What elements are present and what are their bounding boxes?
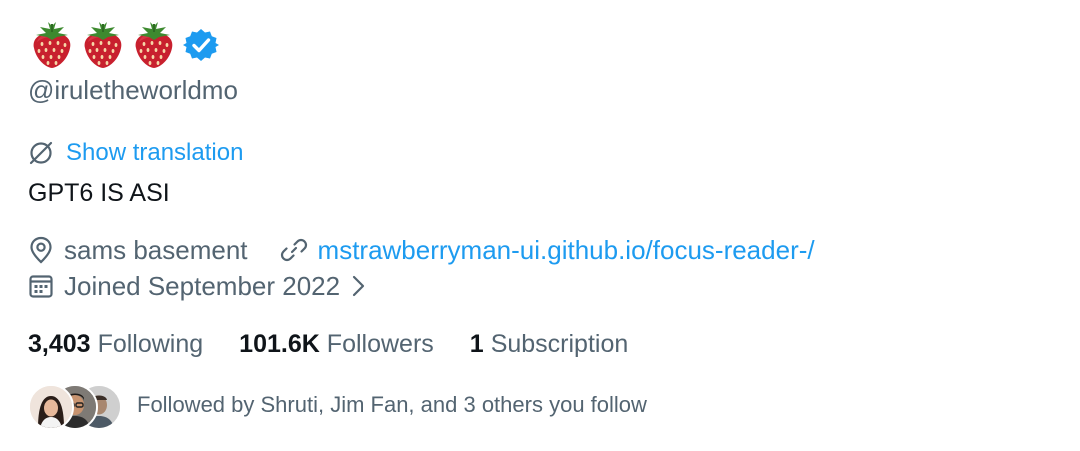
link-icon (280, 238, 307, 262)
following-count: 3,403 (28, 329, 91, 358)
profile-stats: 3,403 Following 101.6K Followers 1 Subsc… (28, 326, 628, 362)
location-text: sams basement (64, 234, 248, 265)
followers-count: 101.6K (239, 329, 320, 358)
strawberry-emoji-icon (28, 20, 76, 70)
followers-label: Followers (326, 329, 434, 358)
location-item: sams basement (28, 235, 248, 266)
website-link[interactable]: mstrawberryman-ui.github.io/focus-reader… (318, 235, 815, 266)
strawberry-emoji-icon (130, 20, 178, 70)
profile-meta-row: sams basement mstrawberryman-ui.github.i… (28, 232, 815, 268)
website-item[interactable]: mstrawberryman-ui.github.io/focus-reader… (280, 235, 815, 266)
user-handle: @iruletheworldmo (28, 75, 238, 105)
subscription-stat[interactable]: 1 Subscription (470, 330, 628, 359)
location-pin-icon (30, 236, 52, 264)
followers-stat[interactable]: 101.6K Followers (239, 330, 434, 359)
translate-icon (29, 141, 53, 165)
avatar (28, 384, 74, 430)
joined-item[interactable]: Joined September 2022 (28, 271, 368, 302)
followed-by-row[interactable]: Followed by Shruti, Jim Fan, and 3 other… (28, 382, 647, 430)
profile-bio: GPT6 IS ASI (28, 179, 170, 207)
joined-row[interactable]: Joined September 2022 (28, 268, 368, 304)
followed-by-text[interactable]: Followed by Shruti, Jim Fan, and 3 other… (137, 392, 647, 418)
followed-by-avatars (28, 383, 122, 430)
display-name (28, 20, 219, 70)
chevron-right-icon (352, 275, 365, 297)
joined-text: Joined September 2022 (64, 270, 341, 301)
strawberry-emoji-icon (79, 20, 127, 70)
following-stat[interactable]: 3,403 Following (28, 330, 203, 359)
subscription-label: Subscription (490, 329, 629, 358)
show-translation-row[interactable]: Show translation (28, 136, 243, 170)
show-translation-link[interactable]: Show translation (66, 139, 243, 167)
calendar-icon (29, 275, 53, 298)
following-label: Following (97, 329, 204, 358)
verified-badge-icon[interactable] (183, 27, 219, 63)
subscription-count: 1 (469, 329, 484, 358)
